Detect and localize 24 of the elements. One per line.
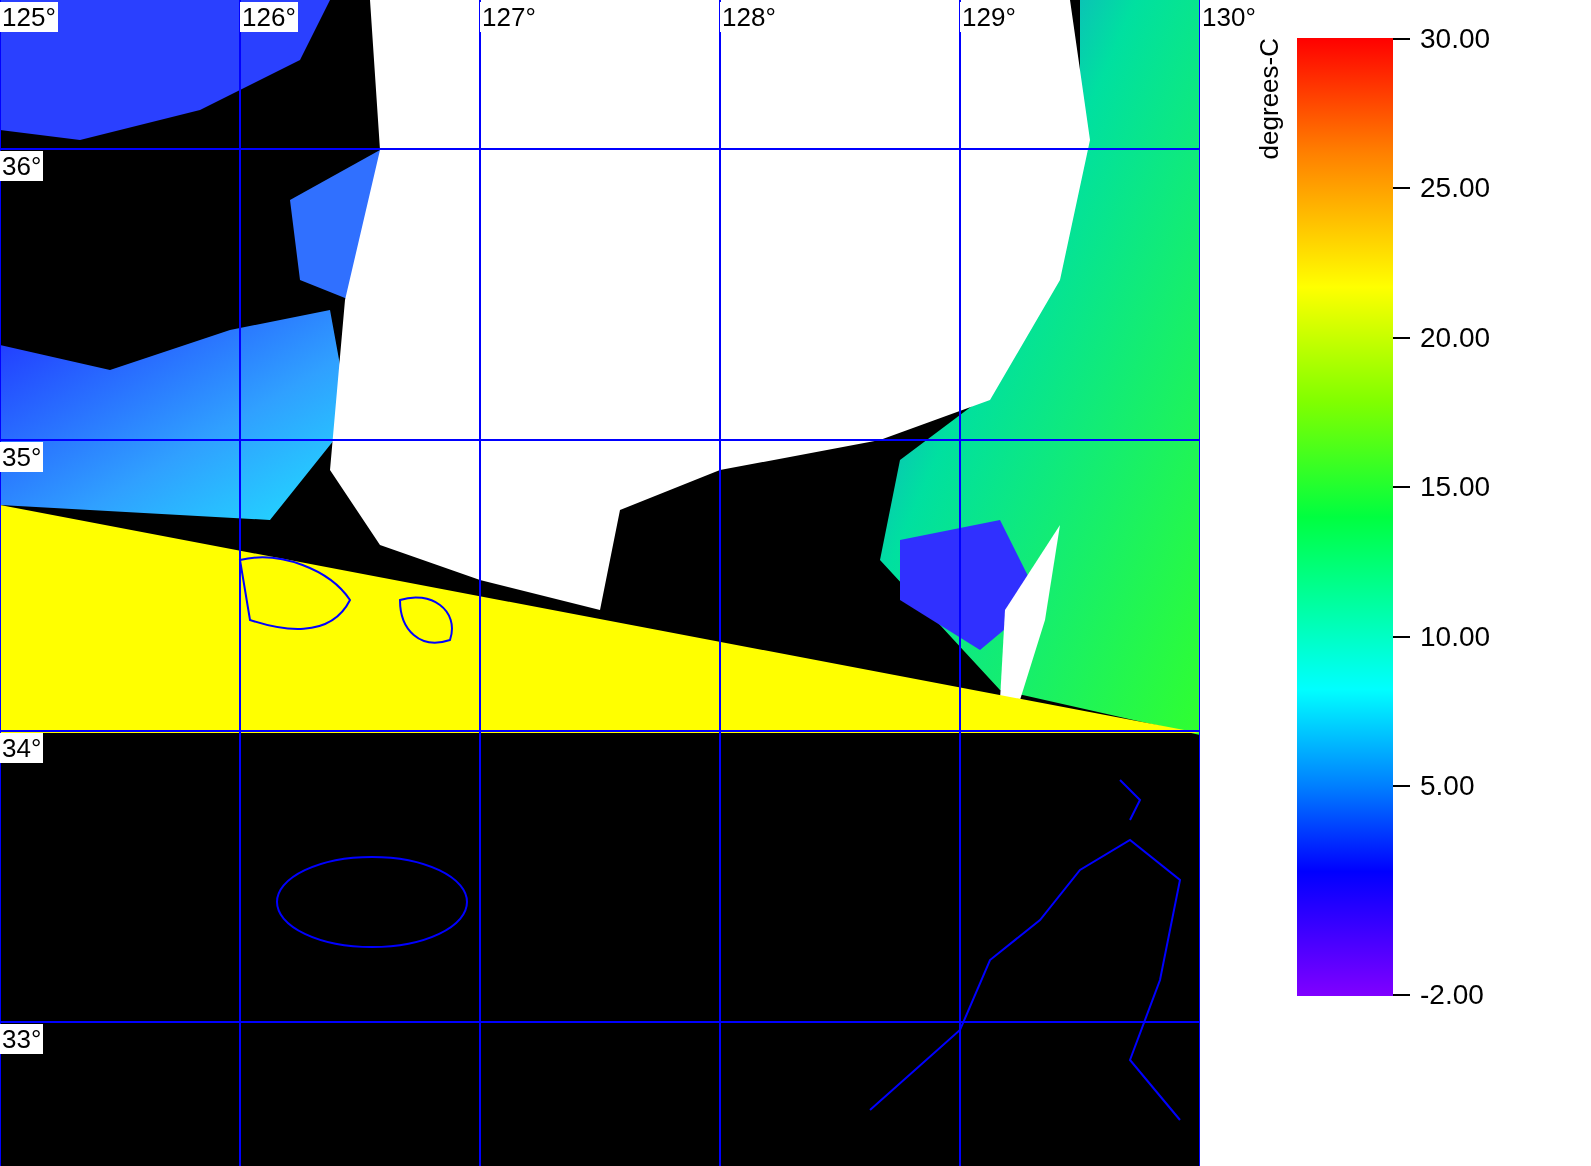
tick-label: -2.00 [1420,980,1484,1010]
longitude-label: 126° [240,2,298,32]
tick-label: 5.00 [1420,770,1475,801]
tick-mark [1393,187,1410,190]
latitude-label: 36° [0,151,44,181]
tick-mark [1393,38,1410,40]
tick-label: 10.00 [1420,621,1491,652]
tick-mark [1393,635,1410,638]
tick-label: 20.00 [1420,322,1491,353]
tick-label: 15.00 [1420,472,1491,503]
latitude-label: 35° [0,442,44,472]
latitude-label: 33° [0,1024,44,1054]
longitude-label: 127° [480,2,538,32]
longitude-label: 125° [0,2,58,32]
latitude-label: 34° [0,733,44,763]
tick-label: 25.00 [1420,173,1491,204]
colorbar-title: degrees-C [1255,38,1283,160]
longitude-label: 129° [960,2,1018,32]
tick-label: 30.00 [1420,24,1491,54]
tick-mark [1393,336,1410,339]
tick-mark [1393,994,1410,996]
tick-mark [1393,486,1410,489]
tick-mark [1393,784,1410,787]
longitude-label: 128° [720,2,778,32]
